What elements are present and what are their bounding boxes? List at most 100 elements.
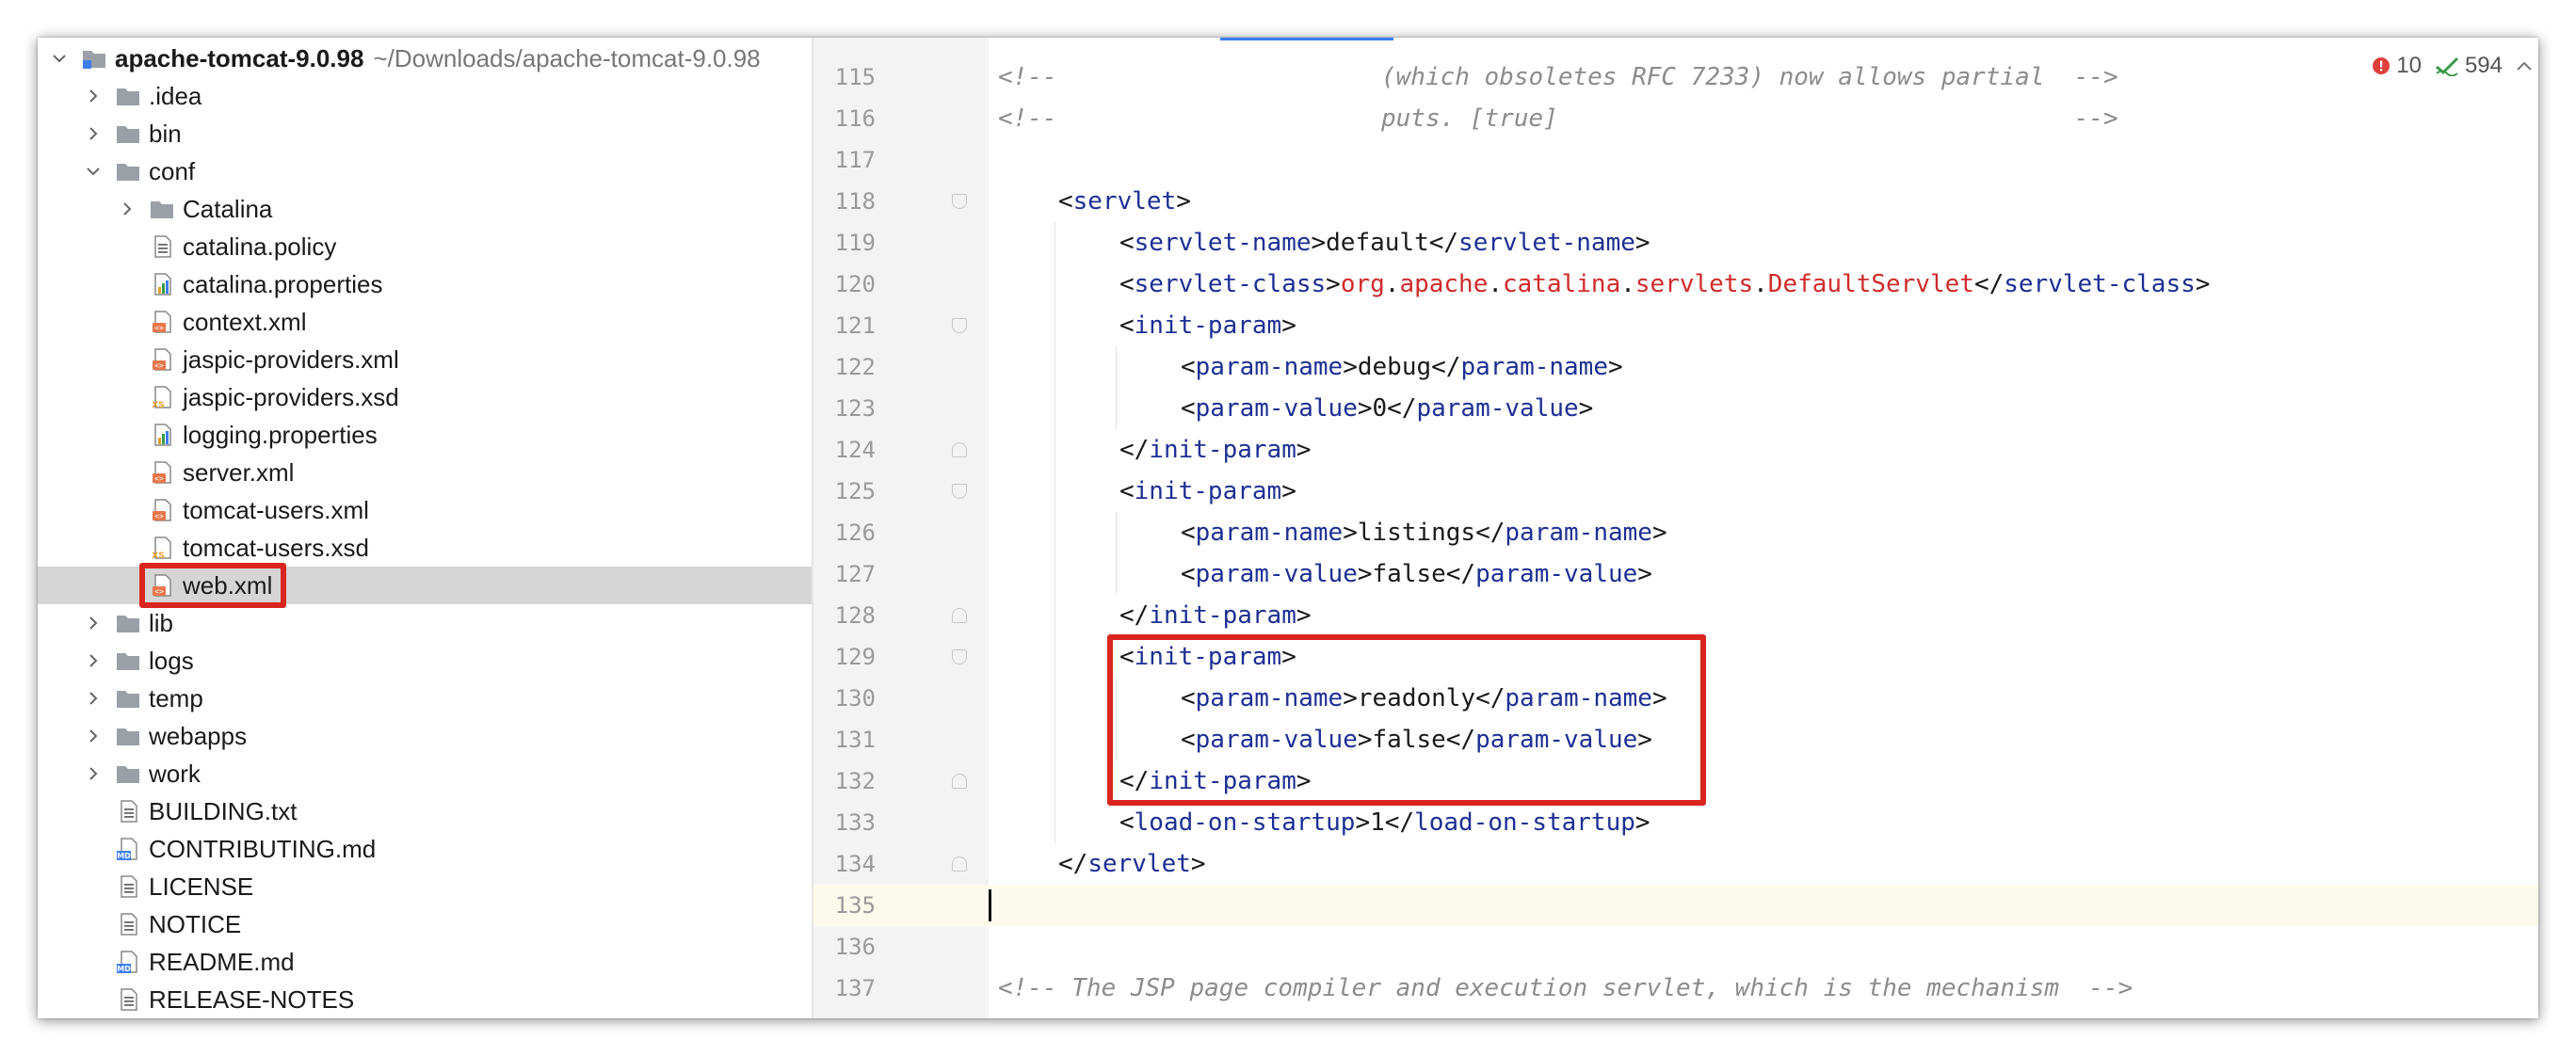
code-token: </ bbox=[1387, 394, 1417, 423]
xsd-file-icon: XS bbox=[149, 385, 175, 409]
code-line[interactable]: 116 <!-- puts. [true] --> bbox=[813, 98, 2538, 139]
xsd-file-icon: XS bbox=[149, 536, 175, 560]
chevron-right-icon[interactable] bbox=[117, 199, 137, 219]
tree-item-conf[interactable]: conf bbox=[38, 152, 812, 190]
chevron-up-icon[interactable] bbox=[2516, 59, 2538, 72]
code-line[interactable]: 119 <servlet-name>default</servlet-name> bbox=[813, 222, 2538, 264]
fold-end-icon[interactable] bbox=[952, 774, 967, 789]
folder-icon bbox=[115, 648, 141, 673]
tree-item-catalina-properties[interactable]: catalina.properties bbox=[38, 265, 812, 303]
chevron-right-icon[interactable] bbox=[83, 688, 104, 709]
line-number: 129 bbox=[834, 644, 876, 670]
xml-tag-name: servlet bbox=[1072, 187, 1177, 216]
tree-item-logging-properties[interactable]: logging.properties bbox=[38, 416, 812, 454]
code-line[interactable]: 133 <load-on-startup>1</load-on-startup> bbox=[813, 802, 2538, 843]
error-count[interactable]: 10 bbox=[2372, 53, 2422, 79]
tree-item-jaspic-providers-xml[interactable]: <> jaspic-providers.xml bbox=[38, 341, 812, 378]
line-number: 118 bbox=[834, 188, 876, 215]
code-line[interactable]: 135 bbox=[813, 885, 2538, 926]
chevron-down-icon[interactable] bbox=[83, 161, 104, 182]
code-line[interactable]: 138 <!-- used by Tomcat to support JSP pa… bbox=[813, 1009, 2538, 1018]
line-number: 124 bbox=[834, 437, 876, 463]
xml-tag-name: init-param bbox=[1134, 312, 1282, 340]
class-name-segment: servlets bbox=[1634, 270, 1754, 298]
tree-item-bin[interactable]: bin bbox=[38, 115, 812, 152]
active-tab-indicator bbox=[1220, 38, 1393, 40]
code-line[interactable]: 126 <param-name>listings</param-name> bbox=[813, 512, 2538, 553]
markdown-file-icon: MD bbox=[115, 950, 141, 974]
tree-item-label: CONTRIBUTING.md bbox=[149, 835, 377, 863]
tree-item-tomcat-users-xml[interactable]: <> tomcat-users.xml bbox=[38, 491, 812, 529]
tree-item-readme-md[interactable]: MD README.md bbox=[38, 943, 812, 981]
check-count[interactable]: 594 bbox=[2435, 53, 2503, 79]
tree-root[interactable]: apache-tomcat-9.0.98 ~/Downloads/apache-t… bbox=[38, 40, 812, 77]
svg-text:<>: <> bbox=[154, 361, 164, 370]
code-token: > bbox=[2195, 270, 2211, 298]
fold-end-icon[interactable] bbox=[952, 608, 967, 623]
tree-item-server-xml[interactable]: <> server.xml bbox=[38, 454, 812, 491]
tree-item-idea[interactable]: .idea bbox=[38, 77, 812, 115]
text-file-icon bbox=[149, 234, 175, 259]
chevron-right-icon[interactable] bbox=[83, 650, 104, 671]
chevron-right-icon[interactable] bbox=[83, 613, 104, 633]
xml-file-icon: <> bbox=[149, 460, 175, 485]
code-line[interactable]: 128 </init-param> bbox=[813, 595, 2538, 636]
code-token: </ bbox=[1119, 436, 1150, 464]
code-line[interactable]: 124 </init-param> bbox=[813, 429, 2538, 471]
code-line[interactable]: 122 <param-name>debug</param-name> bbox=[813, 346, 2538, 388]
fold-start-icon[interactable] bbox=[952, 194, 967, 209]
ide-window: apache-tomcat-9.0.98 ~/Downloads/apache-t… bbox=[38, 38, 2538, 1018]
tree-item-temp[interactable]: temp bbox=[38, 680, 812, 717]
xml-tag-name: param-name bbox=[1195, 519, 1344, 547]
tree-item-context-xml[interactable]: <> context.xml bbox=[38, 303, 812, 341]
project-tree: apache-tomcat-9.0.98 ~/Downloads/apache-t… bbox=[38, 38, 812, 1018]
code-line[interactable]: 118 <servlet> bbox=[813, 181, 2538, 222]
code-line[interactable]: 121 <init-param> bbox=[813, 305, 2538, 346]
tree-item-label: bin bbox=[149, 120, 182, 148]
code-line[interactable]: 117 bbox=[813, 139, 2538, 181]
code-line[interactable]: 136 bbox=[813, 926, 2538, 968]
code-line[interactable]: 120 <servlet-class>org.apache.catalina.se… bbox=[813, 264, 2538, 305]
code-line[interactable]: 123 <param-value>0</param-value> bbox=[813, 388, 2538, 429]
tree-item-tomcat-users-xsd[interactable]: XS tomcat-users.xsd bbox=[38, 529, 812, 567]
properties-file-icon bbox=[149, 272, 175, 296]
chevron-down-icon[interactable] bbox=[49, 48, 70, 69]
fold-start-icon[interactable] bbox=[952, 318, 967, 333]
tree-item-notice[interactable]: NOTICE bbox=[38, 905, 812, 943]
fold-start-icon[interactable] bbox=[952, 484, 967, 499]
xml-tag-name: param-value bbox=[1416, 394, 1579, 423]
fold-end-icon[interactable] bbox=[952, 856, 967, 872]
chevron-right-icon[interactable] bbox=[83, 86, 104, 106]
chevron-right-icon[interactable] bbox=[83, 763, 104, 784]
code-editor[interactable]: 115 <!-- (which obsoletes RFC 7233) now a… bbox=[813, 38, 2538, 1018]
fold-end-icon[interactable] bbox=[952, 442, 967, 457]
code-token: > bbox=[1311, 229, 1327, 257]
tree-item-jaspic-providers-xsd[interactable]: XS jaspic-providers.xsd bbox=[38, 378, 812, 416]
tree-item-lib[interactable]: lib bbox=[38, 604, 812, 642]
tree-item-release-notes[interactable]: RELEASE-NOTES bbox=[38, 981, 812, 1018]
chevron-right-icon[interactable] bbox=[83, 726, 104, 746]
tree-item-catalina[interactable]: Catalina bbox=[38, 190, 812, 228]
tree-item-label: apache-tomcat-9.0.98 bbox=[115, 44, 364, 72]
code-token: > bbox=[1296, 436, 1312, 464]
tree-item-work[interactable]: work bbox=[38, 755, 812, 792]
fold-start-icon[interactable] bbox=[952, 649, 967, 664]
code-line[interactable]: 125 <init-param> bbox=[813, 471, 2538, 512]
tree-item-webapps[interactable]: webapps bbox=[38, 717, 812, 755]
code-token: </ bbox=[1384, 808, 1415, 837]
code-line[interactable]: 115 <!-- (which obsoletes RFC 7233) now a… bbox=[813, 56, 2538, 98]
tree-item-logs[interactable]: logs bbox=[38, 642, 812, 680]
inspection-status[interactable]: 10 594 bbox=[2359, 47, 2538, 85]
chevron-right-icon[interactable] bbox=[83, 123, 104, 144]
line-number: 122 bbox=[834, 354, 876, 380]
code-line[interactable]: 137 <!-- The JSP page compiler and execut… bbox=[813, 968, 2538, 1009]
tree-item-label: catalina.policy bbox=[183, 232, 337, 261]
code-line[interactable]: 134 </servlet> bbox=[813, 843, 2538, 885]
tree-item-catalina-policy[interactable]: catalina.policy bbox=[38, 228, 812, 265]
xml-tag-name: init-param bbox=[1134, 477, 1282, 505]
tree-item-license[interactable]: LICENSE bbox=[38, 868, 812, 905]
code-line[interactable]: 127 <param-value>false</param-value> bbox=[813, 553, 2538, 595]
code-token: > bbox=[1357, 560, 1373, 588]
tree-item-building-txt[interactable]: BUILDING.txt bbox=[38, 792, 812, 830]
tree-item-contributing-md[interactable]: MD CONTRIBUTING.md bbox=[38, 830, 812, 868]
